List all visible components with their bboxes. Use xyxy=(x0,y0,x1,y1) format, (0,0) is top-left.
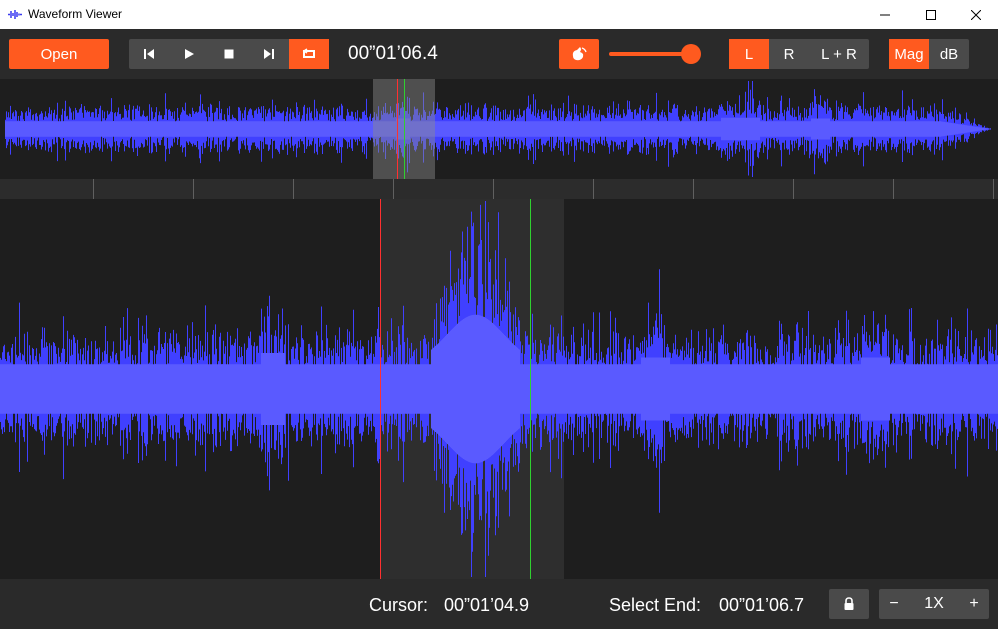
maximize-button[interactable] xyxy=(908,0,954,29)
loop-icon xyxy=(302,48,315,58)
close-button[interactable] xyxy=(953,0,998,29)
ruler-tick xyxy=(93,179,94,199)
volume-icon xyxy=(572,47,587,61)
skip-back-button[interactable] xyxy=(129,39,169,69)
ruler-tick xyxy=(693,179,694,199)
waveform-app-icon xyxy=(8,10,22,19)
overview-view-window[interactable] xyxy=(373,79,435,179)
lock-icon xyxy=(844,597,854,610)
volume-slider-thumb[interactable] xyxy=(681,44,701,64)
skip-forward-button[interactable] xyxy=(249,39,289,69)
channel-selector: LRL + R xyxy=(729,39,869,69)
lock-button[interactable] xyxy=(829,589,869,619)
toolbar: Open 00”01’06.4 LRL + R Mag dB xyxy=(0,29,998,79)
ruler-tick xyxy=(293,179,294,199)
waveform-overview[interactable] xyxy=(0,79,998,179)
mode-db[interactable]: dB xyxy=(929,39,969,69)
cursor-value: 00”01’04.9 xyxy=(444,595,530,615)
display-mode-selector: Mag dB xyxy=(889,39,969,69)
main-waveform-plot xyxy=(0,201,998,577)
zoom-control: − 1X + xyxy=(879,589,989,619)
channel-l[interactable]: L xyxy=(729,39,769,69)
volume-button[interactable] xyxy=(559,39,599,69)
window-title: Waveform Viewer xyxy=(28,7,123,21)
play-button[interactable] xyxy=(169,39,209,69)
close-icon xyxy=(971,9,981,20)
skip-forward-icon xyxy=(264,49,274,59)
ruler-tick xyxy=(493,179,494,199)
ruler-tick xyxy=(893,179,894,199)
waveform-core xyxy=(0,314,998,464)
minimize-icon xyxy=(880,14,890,15)
ruler-tick xyxy=(393,179,394,199)
select-end-value: 00”01’06.7 xyxy=(719,595,805,615)
ruler-tick xyxy=(193,179,194,199)
channel-r[interactable]: R xyxy=(769,39,809,69)
ruler-tick xyxy=(593,179,594,199)
overview-waveform xyxy=(5,81,991,177)
loop-button[interactable] xyxy=(289,39,329,69)
title-bar: Waveform Viewer xyxy=(0,0,998,29)
volume-slider-track xyxy=(609,52,691,56)
ruler-tick xyxy=(793,179,794,199)
status-bar: Cursor: 00”01’04.9 Select End: 00”01’06.… xyxy=(0,579,998,629)
zoom-out-button[interactable]: − xyxy=(879,589,909,619)
play-icon xyxy=(185,49,194,59)
time-ruler[interactable] xyxy=(0,179,998,199)
stop-button[interactable] xyxy=(209,39,249,69)
cursor-label: Cursor: xyxy=(369,595,429,615)
mode-mag[interactable]: Mag xyxy=(889,39,929,69)
zoom-in-button[interactable]: + xyxy=(959,589,989,619)
volume-slider[interactable] xyxy=(609,44,709,64)
ruler-tick xyxy=(993,179,994,199)
minimize-button[interactable] xyxy=(862,0,908,29)
maximize-icon xyxy=(926,9,936,20)
playback-time: 00”01’06.4 xyxy=(348,43,438,64)
open-button[interactable]: Open xyxy=(9,39,109,69)
channel-l-r[interactable]: L + R xyxy=(809,39,869,69)
select-end-label: Select End: xyxy=(609,595,702,615)
zoom-level: 1X xyxy=(924,595,944,612)
transport-controls xyxy=(129,39,329,69)
skip-back-icon xyxy=(144,49,154,59)
stop-icon xyxy=(224,49,234,59)
main-waveform[interactable] xyxy=(0,199,998,579)
